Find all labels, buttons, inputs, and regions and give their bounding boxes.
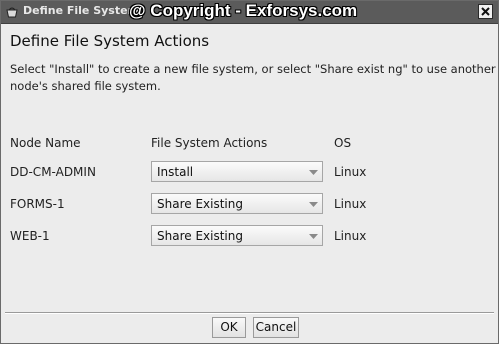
close-icon xyxy=(481,7,490,16)
chevron-down-icon xyxy=(309,170,318,175)
node-name-cell: WEB-1 xyxy=(10,229,50,243)
action-select-row-3[interactable]: Share Existing xyxy=(151,225,323,246)
column-header-node-name: Node Name xyxy=(10,136,81,150)
column-header-os: OS xyxy=(334,136,352,150)
ok-button[interactable]: OK xyxy=(212,317,246,338)
instruction-line-2: node's shared file system. xyxy=(10,79,161,93)
close-button[interactable] xyxy=(478,4,493,19)
page-title: Define File System Actions xyxy=(10,32,210,50)
os-cell: Linux xyxy=(334,197,367,211)
app-icon xyxy=(5,5,19,19)
action-select-value: Install xyxy=(157,165,194,179)
action-select-row-2[interactable]: Share Existing xyxy=(151,193,323,214)
action-select-row-1[interactable]: Install xyxy=(151,161,323,182)
column-header-actions: File System Actions xyxy=(151,136,268,150)
instructions-text: Select "Install" to create a new file sy… xyxy=(10,61,496,95)
chevron-down-icon xyxy=(309,202,318,207)
dialog-window: Define File System @ Copyright - Exforsy… xyxy=(0,0,499,344)
copyright-watermark: @ Copyright - Exforsys.com xyxy=(129,1,358,20)
chevron-down-icon xyxy=(309,234,318,239)
footer-divider xyxy=(5,312,494,314)
action-select-value: Share Existing xyxy=(157,229,243,243)
action-select-value: Share Existing xyxy=(157,197,243,211)
os-cell: Linux xyxy=(334,229,367,243)
node-name-cell: DD-CM-ADMIN xyxy=(10,165,96,179)
window-title: Define File System xyxy=(23,4,140,17)
title-bar[interactable]: Define File System @ Copyright - Exforsy… xyxy=(1,1,498,24)
instruction-line-1: Select "Install" to create a new file sy… xyxy=(10,62,496,76)
cancel-button[interactable]: Cancel xyxy=(253,317,299,338)
node-name-cell: FORMS-1 xyxy=(10,197,65,211)
os-cell: Linux xyxy=(334,165,367,179)
